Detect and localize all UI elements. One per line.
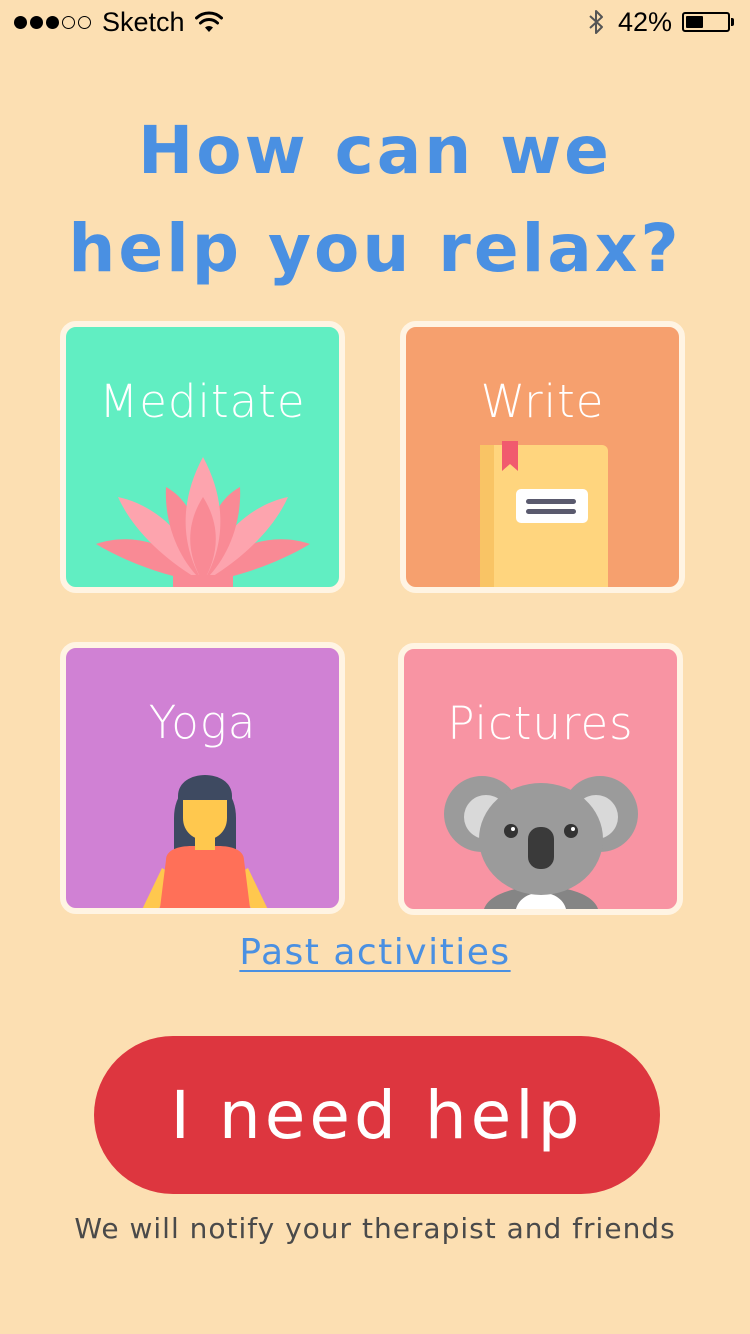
battery-fill [686,16,703,28]
signal-dots-icon [14,15,94,29]
pictures-card[interactable]: Pictures [398,643,683,915]
i-need-help-button[interactable]: I need help [94,1036,660,1194]
status-bar: Sketch 42% [0,0,750,44]
bluetooth-icon [588,8,604,36]
signal-dot [14,15,27,29]
koala-icon [404,749,677,909]
battery-icon [682,12,734,32]
lotus-icon [66,427,339,587]
page-title-line-1: How can we [138,112,612,189]
battery-tip [731,18,734,26]
signal-dot [30,15,43,29]
notebook-icon [406,427,679,587]
write-card-label: Write [480,375,605,428]
yoga-card-label: Yoga [148,696,257,749]
status-bar-right: 42% [588,4,734,40]
help-button-note: We will notify your therapist and friend… [74,1212,676,1245]
write-card[interactable]: Write [400,321,685,593]
status-bar-left: Sketch [14,4,223,40]
signal-dot [62,15,75,29]
pictures-card-label: Pictures [447,697,634,750]
yoga-woman-icon [66,748,339,908]
signal-dot [78,15,91,29]
wifi-icon [194,11,223,33]
past-activities-container: Past activities [0,932,750,973]
battery-percent: 42% [617,6,672,37]
meditate-card[interactable]: Meditate [60,321,345,593]
meditate-card-label: Meditate [99,375,306,428]
past-activities-link[interactable]: Past activities [239,932,510,973]
page-title: How can we help you relax? [0,102,750,298]
page-title-line-2: help you relax? [68,210,682,287]
signal-dot [46,15,59,29]
carrier-name: Sketch [102,6,185,37]
battery-body [682,12,730,32]
yoga-card[interactable]: Yoga [60,642,345,914]
